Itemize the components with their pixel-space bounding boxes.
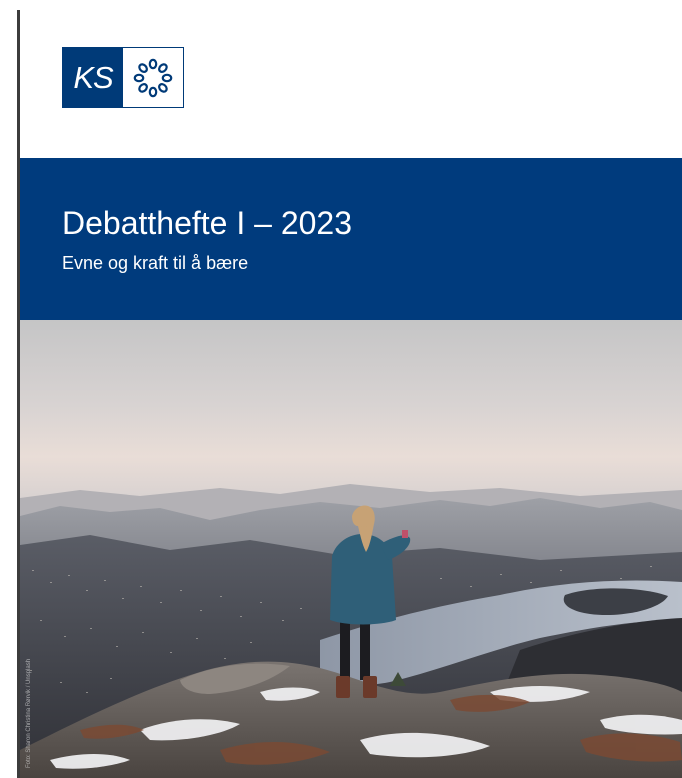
document-cover: KS Debatthefte I – 2023 Evne og kraft ti… xyxy=(0,0,682,778)
cover-photo: Foto: Sharon Christina Rørvik / Unsplash xyxy=(20,320,682,778)
document-title: Debatthefte I – 2023 xyxy=(62,205,352,241)
cover-photo-illustration xyxy=(20,320,682,778)
photo-credit: Foto: Sharon Christina Rørvik / Unsplash xyxy=(26,658,32,768)
title-banner: Debatthefte I – 2023 Evne og kraft til å… xyxy=(20,158,682,320)
chain-ring-emblem-icon xyxy=(123,48,183,107)
document-subtitle: Evne og kraft til å bære xyxy=(62,253,249,273)
ks-logo: KS xyxy=(62,47,184,108)
ks-logo-text: KS xyxy=(63,48,123,107)
